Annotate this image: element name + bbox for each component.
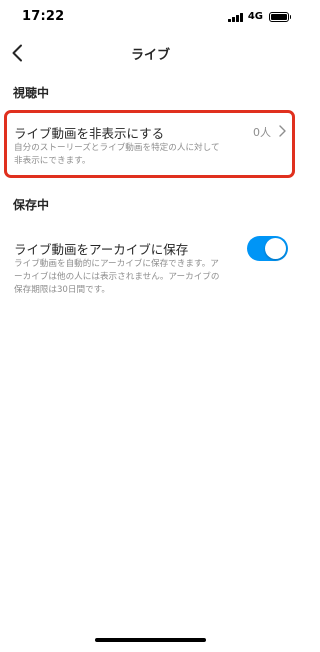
page-title: ライブ <box>130 48 170 63</box>
archive-title: ライブ動画をアーカイブに保存 <box>14 242 189 257</box>
description-line: ライブ動画を自動的にアーカイブに保存できます。ア <box>14 259 219 269</box>
hidden-count: 0人 <box>253 126 271 139</box>
description-line: 非表示にできます。 <box>14 156 91 166</box>
description-line: ーカイブは他の人には表示されません。アーカイブの <box>14 272 220 282</box>
toggle-knob <box>265 238 286 259</box>
battery-icon <box>269 11 291 22</box>
archive-description: ライブ動画を自動的にアーカイブに保存できます。ア ーカイブは他の人には表示されま… <box>14 258 219 297</box>
description-line: 保存期限は30日間です。 <box>14 285 111 295</box>
signal-icon <box>228 12 243 22</box>
chevron-right-icon <box>279 125 286 137</box>
archive-toggle[interactable] <box>247 236 288 261</box>
status-icons: 4G <box>228 11 291 22</box>
section-header-viewing: 視聴中 <box>13 86 50 100</box>
status-time: 17:22 <box>22 9 65 24</box>
home-indicator <box>95 638 206 642</box>
hide-live-row[interactable]: ライブ動画を非表示にする 0人 自分のストーリーズとライブ動画を特定の人に対して… <box>0 114 301 176</box>
nav-bar: ライブ <box>0 34 301 72</box>
screen: 17:22 4G ライブ 視聴中 ライブ動画を非表示にする 0人 自分のストーリ… <box>0 0 301 652</box>
hide-live-title: ライブ動画を非表示にする <box>14 126 165 141</box>
description-line: 自分のストーリーズとライブ動画を特定の人に対して <box>14 143 220 153</box>
status-bar: 17:22 4G <box>0 0 301 34</box>
network-type: 4G <box>247 11 263 22</box>
section-header-saving: 保存中 <box>13 198 50 212</box>
hide-live-description: 自分のストーリーズとライブ動画を特定の人に対して 非表示にできます。 <box>14 142 220 168</box>
